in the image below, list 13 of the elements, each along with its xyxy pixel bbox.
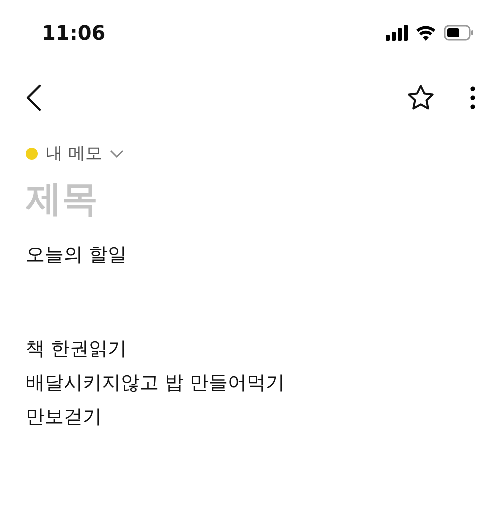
chevron-down-icon[interactable]: [110, 150, 124, 158]
note-line: 배달시키지않고 밥 만들어먹기: [26, 371, 286, 396]
battery-icon: [444, 25, 474, 41]
folder-name[interactable]: 내 메모: [46, 142, 102, 165]
status-time: 11:06: [42, 21, 106, 45]
star-icon[interactable]: [406, 83, 436, 113]
note-line: 오늘의 할일: [26, 243, 128, 268]
back-icon[interactable]: [26, 84, 42, 112]
signal-icon: [386, 25, 408, 41]
note-line: 만보걷기: [26, 405, 103, 430]
more-icon[interactable]: [470, 86, 476, 110]
note-line: 책 한권읽기: [26, 337, 128, 362]
wifi-icon: [416, 25, 436, 41]
